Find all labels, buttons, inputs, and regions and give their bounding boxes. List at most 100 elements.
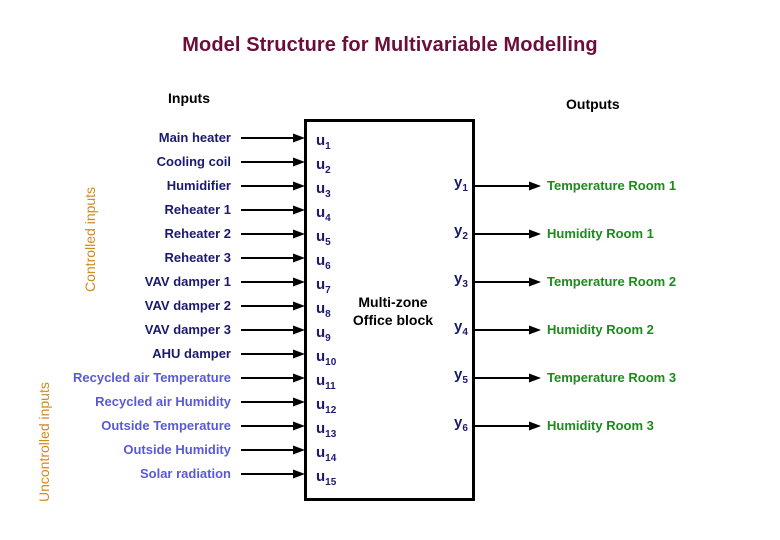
input-symbol-index: 3	[325, 189, 331, 200]
input-symbol: u8	[316, 300, 331, 320]
output-label: Temperature Room 3	[547, 370, 677, 385]
output-arrow	[474, 373, 541, 383]
input-symbol-index: 2	[325, 165, 331, 176]
input-symbol-letter: u	[316, 300, 326, 317]
input-symbol-index: 4	[325, 213, 331, 224]
output-arrow	[474, 229, 541, 239]
output-label: Humidity Room 2	[547, 322, 654, 337]
output-arrow	[474, 325, 541, 335]
output-label: Temperature Room 2	[547, 274, 677, 289]
input-symbol: u12	[316, 396, 336, 416]
input-label: Cooling coil	[156, 154, 231, 169]
output-symbol: y5	[454, 366, 468, 386]
input-symbol-letter: u	[316, 324, 326, 341]
input-symbol: u3	[316, 180, 331, 200]
input-symbol-index: 1	[325, 141, 331, 152]
input-symbol: u15	[316, 468, 336, 488]
input-symbol-letter: u	[316, 252, 326, 269]
input-symbol-index: 14	[325, 453, 337, 464]
input-label: VAV damper 2	[144, 298, 231, 313]
output-label: Humidity Room 3	[547, 418, 654, 433]
input-label: Reheater 2	[164, 226, 231, 241]
output-symbol: y6	[454, 414, 468, 434]
input-symbol: u4	[316, 204, 331, 224]
input-arrow	[241, 469, 305, 479]
input-arrow	[241, 421, 305, 431]
input-label: VAV damper 3	[144, 322, 231, 337]
input-symbol-letter: u	[316, 180, 326, 197]
input-symbol-letter: u	[316, 420, 326, 437]
input-label: Recycled air Temperature	[73, 370, 231, 385]
input-arrow	[241, 277, 305, 287]
input-symbol-index: 5	[325, 237, 331, 248]
input-arrow	[241, 205, 305, 215]
input-symbol: u13	[316, 420, 336, 440]
input-label: Outside Humidity	[123, 442, 231, 457]
input-symbol-letter: u	[316, 156, 326, 173]
output-symbol: y2	[454, 222, 468, 242]
input-symbol-letter: u	[316, 132, 326, 149]
input-label: Reheater 1	[164, 202, 231, 217]
output-symbol-index: 1	[462, 183, 468, 194]
input-arrow	[241, 181, 305, 191]
output-symbol: y3	[454, 270, 468, 290]
input-symbol: u9	[316, 324, 331, 344]
input-symbol: u7	[316, 276, 331, 296]
input-label: AHU damper	[152, 346, 231, 361]
input-symbol: u10	[316, 348, 336, 368]
output-label: Humidity Room 1	[547, 226, 654, 241]
input-arrow	[241, 349, 305, 359]
input-label: Humidifier	[166, 178, 231, 193]
input-symbol-letter: u	[316, 396, 326, 413]
input-arrow	[241, 157, 305, 167]
input-symbol: u1	[316, 132, 331, 152]
input-arrow	[241, 325, 305, 335]
input-symbol-index: 12	[325, 405, 337, 416]
input-symbol-letter: u	[316, 348, 326, 365]
input-symbol-index: 11	[325, 381, 336, 392]
input-symbol: u14	[316, 444, 336, 464]
input-label: Reheater 3	[164, 250, 231, 265]
input-label: Main heater	[158, 130, 231, 145]
input-symbol-letter: u	[316, 204, 326, 221]
input-arrow	[241, 397, 305, 407]
output-arrow	[474, 421, 541, 431]
connection-arrows	[241, 133, 541, 479]
input-symbol-index: 7	[325, 285, 331, 296]
input-label: VAV damper 1	[144, 274, 231, 289]
output-symbol-index: 4	[462, 327, 468, 338]
input-arrow	[241, 301, 305, 311]
output-symbol: y1	[454, 174, 468, 194]
input-label: Outside Temperature	[101, 418, 231, 433]
output-symbol: y4	[454, 318, 468, 338]
output-symbol-index: 2	[462, 231, 468, 242]
input-symbol-letter: u	[316, 468, 326, 485]
input-symbol: u5	[316, 228, 331, 248]
input-symbol-index: 6	[325, 261, 331, 272]
input-symbol-index: 8	[325, 309, 331, 320]
input-symbol-index: 10	[325, 357, 337, 368]
input-label: Solar radiation	[139, 466, 231, 481]
input-symbol-letter: u	[316, 444, 326, 461]
output-label: Temperature Room 1	[547, 178, 677, 193]
output-symbol-index: 3	[462, 279, 468, 290]
output-arrow	[474, 277, 541, 287]
input-symbol-index: 15	[325, 477, 337, 488]
input-arrow	[241, 229, 305, 239]
input-arrow	[241, 445, 305, 455]
input-symbol: u2	[316, 156, 331, 176]
input-symbol-letter: u	[316, 276, 326, 293]
input-symbol-letter: u	[316, 372, 326, 389]
input-symbol: u6	[316, 252, 331, 272]
output-symbol-index: 5	[462, 375, 468, 386]
input-symbol: u11	[316, 372, 336, 392]
output-symbol-index: 6	[462, 423, 468, 434]
input-arrow	[241, 373, 305, 383]
output-arrow	[474, 181, 541, 191]
input-symbol-letter: u	[316, 228, 326, 245]
input-arrow	[241, 133, 305, 143]
input-symbol-index: 13	[325, 429, 337, 440]
input-arrow	[241, 253, 305, 263]
input-label: Recycled air Humidity	[95, 394, 231, 409]
input-symbol-index: 9	[325, 333, 331, 344]
